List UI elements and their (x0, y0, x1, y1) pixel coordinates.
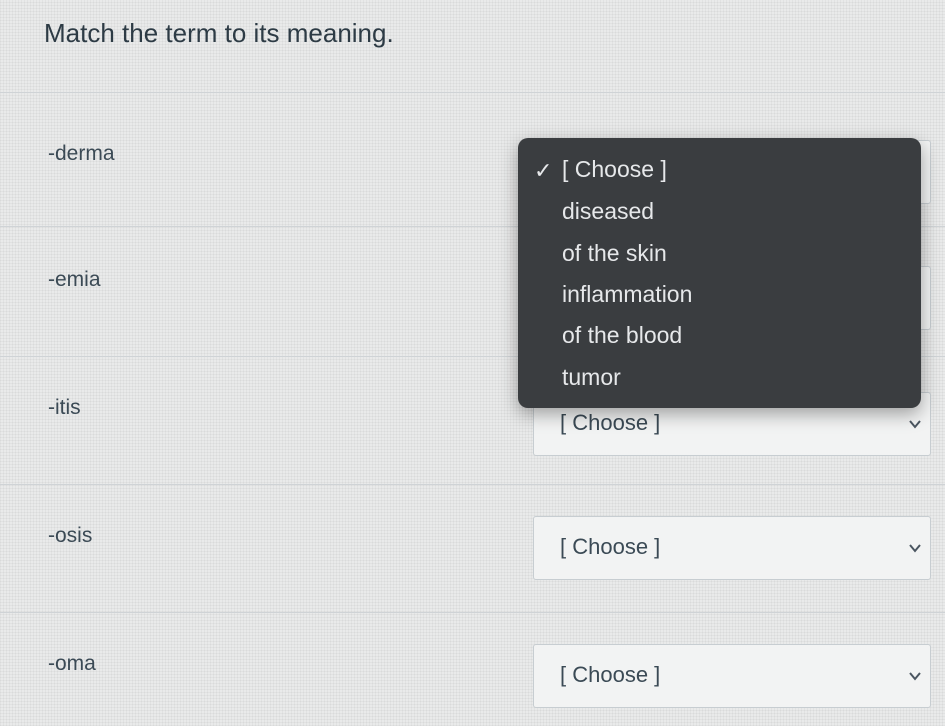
divider (0, 612, 945, 613)
question-title: Match the term to its meaning. (44, 18, 394, 48)
option-choose[interactable]: [ Choose ] (562, 156, 667, 183)
option-of-the-skin[interactable]: of the skin (562, 240, 667, 267)
chevron-down-icon (909, 420, 921, 429)
dropdown-menu: ✓ [ Choose ] diseased of the skin inflam… (518, 138, 921, 408)
select-value: [ Choose ] (560, 534, 661, 559)
select-value: [ Choose ] (560, 662, 661, 687)
term-derma: -derma (48, 142, 115, 165)
term-emia: -emia (48, 268, 101, 291)
select-osis[interactable]: [ Choose ] (533, 516, 931, 580)
select-oma[interactable]: [ Choose ] (533, 644, 931, 708)
term-oma: -oma (48, 652, 96, 675)
checkmark-icon: ✓ (534, 158, 553, 183)
option-of-the-blood[interactable]: of the blood (562, 322, 682, 349)
option-inflammation[interactable]: inflammation (562, 281, 692, 308)
term-osis: -osis (48, 524, 93, 547)
chevron-down-icon (909, 672, 921, 681)
divider (0, 484, 945, 485)
divider (0, 92, 945, 93)
option-tumor[interactable]: tumor (562, 364, 621, 391)
chevron-down-icon (909, 544, 921, 553)
term-itis: -itis (48, 396, 81, 419)
select-value: [ Choose ] (560, 410, 661, 435)
option-diseased[interactable]: diseased (562, 198, 654, 225)
